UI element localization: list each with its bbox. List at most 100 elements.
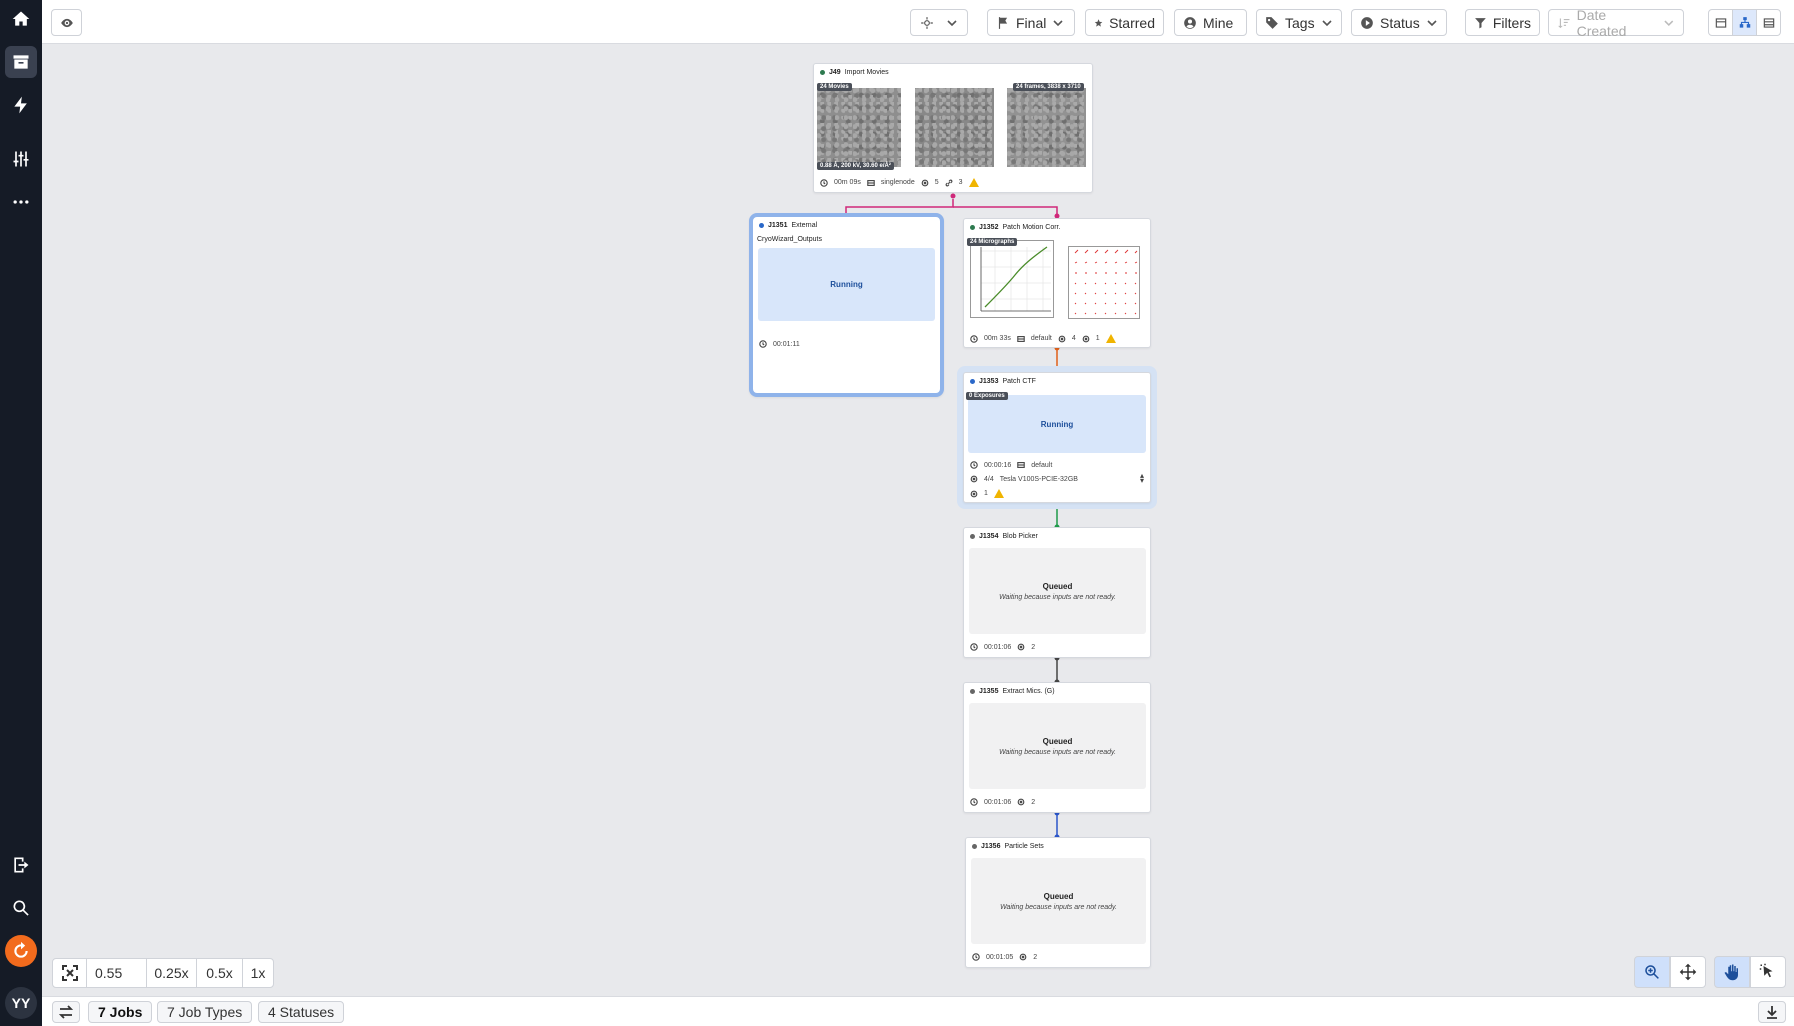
gpu-icon <box>970 475 978 483</box>
starred-filter[interactable]: Starred <box>1085 9 1164 36</box>
card-view-button[interactable] <box>1708 9 1733 36</box>
status-dot <box>970 225 975 230</box>
locate-dropdown[interactable] <box>910 9 968 36</box>
logout-button[interactable] <box>5 849 37 881</box>
eye-icon <box>60 18 73 27</box>
job-card-j1356[interactable]: J1356 Particle Sets Queued Waiting becau… <box>965 837 1151 968</box>
more-icon <box>13 200 29 204</box>
tree-view-button[interactable] <box>1732 9 1757 36</box>
zoom-tool-button[interactable] <box>1634 956 1670 988</box>
job-card-j1355[interactable]: J1355 Extract Mics. (G) Queued Waiting b… <box>963 682 1151 813</box>
swap-button[interactable] <box>52 1001 80 1023</box>
sort-dropdown[interactable]: Date Created <box>1548 6 1684 39</box>
crosshair-icon <box>921 16 933 29</box>
home-icon <box>12 11 30 26</box>
pan-tool-button[interactable] <box>1714 956 1750 988</box>
expand-toggle-icon[interactable]: ▴ ▾ <box>1140 472 1144 485</box>
zoom-preset-1x[interactable]: 1x <box>243 959 273 987</box>
search-button[interactable] <box>5 892 37 924</box>
status-dot <box>820 70 825 75</box>
exposures-badge: 0 Exposures <box>966 392 1008 400</box>
clock-icon <box>970 461 978 469</box>
job-params: 1 <box>1095 335 1100 342</box>
job-card-j49[interactable]: J49 Import Movies 24 Movies 24 frames, 3… <box>813 63 1093 193</box>
job-header: J1352 Patch Motion Corr. <box>970 224 1060 231</box>
sort-dropdown-label: Date Created <box>1576 6 1627 39</box>
job-time: 00:01:11 <box>773 340 800 348</box>
final-filter[interactable]: Final <box>987 9 1075 36</box>
avatar[interactable]: YY <box>5 987 37 1019</box>
job-type: Blob Picker <box>1002 533 1038 540</box>
job-header: J49 Import Movies <box>820 69 889 76</box>
status-filter[interactable]: Status <box>1351 9 1447 36</box>
job-card-j1352[interactable]: J1352 Patch Motion Corr. 24 Micrographs … <box>963 218 1151 348</box>
table-view-button[interactable] <box>1756 9 1781 36</box>
lane-icon <box>1017 462 1026 468</box>
job-footer: 00m 33s default 4 1 <box>970 334 1116 343</box>
update-button[interactable] <box>5 935 37 967</box>
status-label: Running <box>1040 419 1074 429</box>
jobs-count-chip[interactable]: 7 Jobs <box>88 1001 153 1023</box>
job-outputs: 5 <box>934 179 939 186</box>
job-type: External <box>791 222 818 229</box>
job-header: J1356 Particle Sets <box>972 843 1044 850</box>
mine-filter[interactable]: Mine <box>1174 9 1247 36</box>
job-links: 3 <box>958 179 963 186</box>
params-icon <box>1017 643 1025 651</box>
job-card-j1354[interactable]: J1354 Blob Picker Queued Waiting because… <box>963 527 1151 658</box>
funnel-icon <box>1475 17 1486 28</box>
projects-button[interactable] <box>5 46 37 78</box>
job-header: J1355 Extract Mics. (G) <box>970 688 1055 695</box>
params-icon <box>1017 798 1025 806</box>
status-running: Running <box>758 248 935 321</box>
job-type: Import Movies <box>844 69 889 76</box>
job-params: 2 <box>1031 643 1036 651</box>
chevron-down-icon <box>947 19 957 26</box>
status-dot <box>759 223 764 228</box>
status-label: Running <box>830 280 863 289</box>
home-button[interactable] <box>5 3 37 35</box>
job-lane: singlenode <box>880 179 915 186</box>
job-id: J49 <box>829 69 841 76</box>
download-button[interactable] <box>1758 1001 1786 1023</box>
sidebar: YY <box>0 0 42 1026</box>
job-type: Patch Motion Corr. <box>1002 224 1061 231</box>
motion-vector-plot <box>1068 246 1140 319</box>
starred-filter-label: Starred <box>1109 14 1155 31</box>
final-filter-label: Final <box>1016 14 1047 31</box>
clock-icon <box>970 643 978 651</box>
sliders-icon <box>13 151 29 167</box>
job-footer: 00m 09s singlenode 5 3 <box>820 178 979 187</box>
movie-thumbnail <box>915 88 994 167</box>
resources-button[interactable] <box>5 143 37 175</box>
sort-icon <box>1558 17 1570 28</box>
zoom-preset-0.5x[interactable]: 0.5x <box>197 959 243 987</box>
workflow-canvas[interactable]: J49 Import Movies 24 Movies 24 frames, 3… <box>42 44 1794 996</box>
status-filter-label: Status <box>1380 14 1420 31</box>
move-tool-button[interactable] <box>1670 956 1706 988</box>
job-types-chip[interactable]: 7 Job Types <box>157 1001 253 1023</box>
job-card-j1353[interactable]: J1353 Patch CTF Running 0 Exposures 00:0… <box>963 372 1151 503</box>
more-button[interactable] <box>5 186 37 218</box>
user-icon <box>1184 16 1196 29</box>
fit-view-button[interactable] <box>53 959 87 987</box>
activity-button[interactable] <box>5 89 37 121</box>
clock-icon <box>970 798 978 806</box>
tags-filter[interactable]: Tags <box>1256 9 1342 36</box>
job-footer: 00:01:05 2 <box>972 953 1037 961</box>
lightning-icon <box>14 96 27 114</box>
statuses-chip[interactable]: 4 Statuses <box>258 1001 345 1023</box>
frames-badge: 24 frames, 3838 x 3710 <box>1013 83 1084 91</box>
visibility-button[interactable] <box>51 9 82 36</box>
zoom-preset-0.25x[interactable]: 0.25x <box>147 959 197 987</box>
mine-filter-label: Mine <box>1203 14 1234 31</box>
gpu-count: 4/4 <box>984 475 994 483</box>
job-id: J1351 <box>768 222 788 229</box>
filters-button[interactable]: Filters <box>1465 9 1540 36</box>
zoom-in-icon <box>1645 965 1659 979</box>
job-footer: 00:01:06 2 <box>970 643 1035 651</box>
edge-j49-j1352 <box>953 206 1058 216</box>
select-tool-button[interactable] <box>1750 956 1786 988</box>
job-card-j1351[interactable]: J1351 External CryoWizard_Outputs Runnin… <box>749 213 944 397</box>
zoom-input[interactable]: 0.55 <box>87 959 147 987</box>
